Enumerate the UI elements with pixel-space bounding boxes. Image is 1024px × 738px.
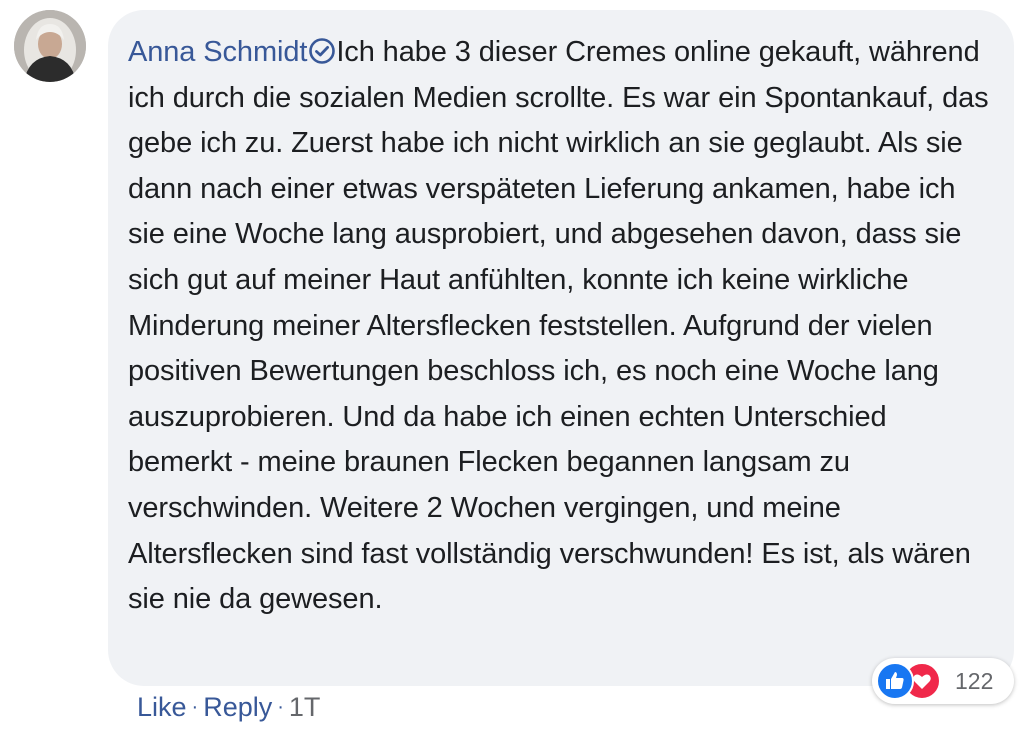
comment-actions: Like · Reply · 1T (137, 692, 320, 723)
author-name[interactable]: Anna Schmidt (128, 36, 307, 68)
avatar-photo (14, 10, 86, 82)
comment-text: Ich habe 3 dieser Cremes online gekauft,… (128, 36, 989, 616)
reply-button[interactable]: Reply (203, 692, 272, 722)
comment-bubble: Anna Schmidt Ich habe 3 dieser Cremes onl… (108, 10, 1014, 686)
comment-body: Anna Schmidt Ich habe 3 dieser Cremes onl… (128, 30, 996, 623)
verified-check-icon (309, 38, 336, 64)
reaction-summary[interactable]: 122 (872, 658, 1014, 704)
like-button[interactable]: Like (137, 692, 187, 722)
like-icon (876, 662, 914, 700)
reaction-count: 122 (955, 668, 994, 694)
comment: Anna Schmidt Ich habe 3 dieser Cremes onl… (0, 0, 1024, 738)
separator: · (277, 696, 284, 718)
separator: · (191, 696, 199, 718)
timestamp[interactable]: 1T (289, 692, 321, 722)
avatar[interactable] (14, 10, 86, 82)
